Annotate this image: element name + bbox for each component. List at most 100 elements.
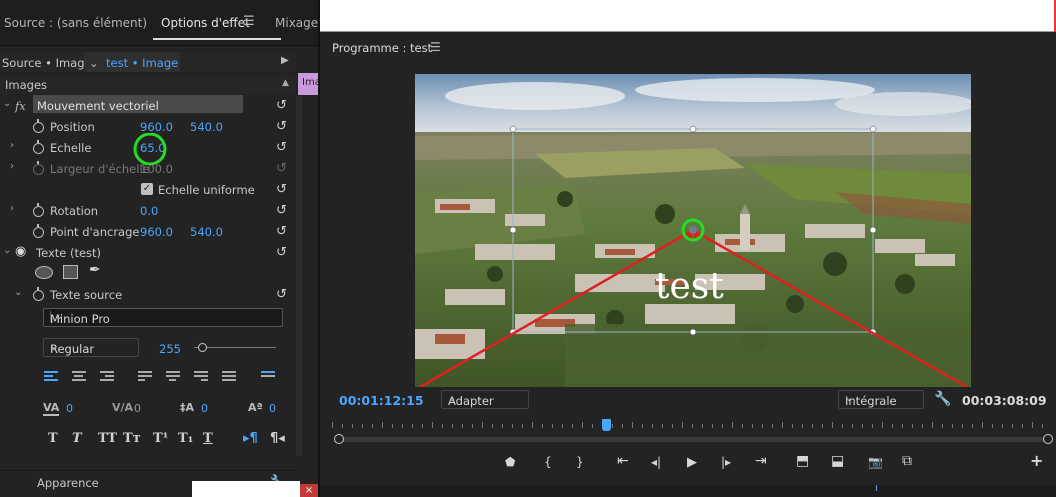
chevron-right-icon[interactable]: › (10, 161, 14, 172)
uniform-scale-checkbox[interactable]: ✓ (141, 183, 153, 195)
font-size-value[interactable]: 255 (159, 342, 181, 356)
tab-mix[interactable]: Mixage (275, 16, 318, 30)
baseline-value[interactable]: 0 (269, 402, 276, 415)
video-preview[interactable]: test (415, 74, 971, 387)
align-center-icon[interactable] (72, 371, 86, 383)
justify-all-icon[interactable] (222, 371, 236, 383)
wrench-icon[interactable]: 🔧 (934, 391, 951, 407)
font-family-dropdown[interactable]: Minion Pro ⌄ (43, 308, 283, 327)
go-to-out-button[interactable]: ⇥ (755, 453, 767, 469)
ltr-direction-icon[interactable]: ▸¶ (243, 431, 258, 446)
step-forward-button[interactable]: |▸ (721, 455, 731, 469)
step-back-button[interactable]: ◂| (651, 455, 661, 469)
chevron-down-icon[interactable]: ⌄ (14, 287, 22, 298)
ruler-tick (392, 424, 393, 428)
reset-icon[interactable]: ↺ (276, 203, 287, 218)
position-x-value[interactable]: 960.0 (140, 120, 173, 134)
reset-icon[interactable]: ↺ (276, 224, 287, 239)
align-left-icon[interactable] (44, 371, 58, 383)
tab-source[interactable]: Source : (sans élément) (4, 16, 147, 30)
stopwatch-icon[interactable] (33, 203, 44, 217)
add-button[interactable]: + (1030, 451, 1043, 470)
anchor-x-value[interactable]: 960.0 (140, 225, 173, 239)
timeline-marker (876, 485, 877, 491)
stopwatch-icon[interactable] (33, 119, 44, 133)
superscript-button[interactable]: T¹ (153, 431, 168, 446)
justify-left-icon[interactable] (138, 371, 152, 383)
align-right-icon[interactable] (100, 371, 114, 383)
source-image-label[interactable]: Source • Image (2, 56, 92, 70)
add-marker-button[interactable]: ⬟ (505, 455, 515, 469)
current-timecode[interactable]: 00:01:12:15 (339, 393, 424, 408)
faux-italic-button[interactable]: T (72, 431, 82, 446)
clip-side-tab[interactable]: Ima (298, 73, 318, 95)
stopwatch-icon[interactable] (33, 224, 44, 238)
tracking-value[interactable]: 0 (66, 402, 73, 415)
reset-icon[interactable]: ↺ (276, 140, 287, 155)
rotation-value[interactable]: 0.0 (140, 204, 158, 218)
leading-control[interactable]: ‡A 0 (180, 401, 208, 415)
small-caps-button[interactable]: Tт (123, 431, 141, 446)
zoom-handle-right[interactable] (1043, 434, 1053, 444)
monitor-title[interactable]: Programme : test (332, 41, 432, 55)
comparison-view-button[interactable]: ⧉ (902, 453, 912, 469)
anchor-y-value[interactable]: 540.0 (190, 225, 223, 239)
mark-out-button[interactable]: } (576, 455, 584, 469)
export-frame-button[interactable]: 📷 (868, 455, 883, 469)
clip-image-label[interactable]: test • Image (106, 56, 178, 70)
stopwatch-icon[interactable] (33, 140, 44, 154)
reset-icon[interactable]: ↺ (276, 287, 287, 302)
panel-menu-icon[interactable]: ☰ (243, 14, 255, 29)
chevron-right-icon[interactable]: › (10, 140, 14, 151)
align-top-icon[interactable] (261, 371, 275, 383)
faux-bold-button[interactable]: T (48, 431, 58, 446)
subscript-button[interactable]: T₁ (178, 431, 193, 446)
tracking-control[interactable]: VA 0 (43, 401, 73, 416)
close-icon[interactable]: × (300, 484, 318, 497)
ellipse-mask-icon[interactable] (35, 266, 53, 279)
position-y-value[interactable]: 540.0 (190, 120, 223, 134)
pen-mask-icon[interactable]: ✒ (89, 262, 101, 278)
leading-icon: ‡A (180, 401, 195, 414)
fit-dropdown[interactable]: Adapter ⌄ (441, 390, 529, 409)
chevron-down-icon[interactable]: ⌄ (89, 56, 99, 70)
reset-icon[interactable]: ↺ (276, 182, 287, 197)
eye-icon[interactable]: ◉ (15, 244, 26, 259)
chevron-right-icon[interactable]: › (10, 203, 14, 214)
baseline-control[interactable]: Aª 0 (248, 401, 276, 415)
leading-value[interactable]: 0 (201, 402, 208, 415)
go-to-in-button[interactable]: ⇤ (617, 453, 629, 469)
play-button[interactable]: ▶ (687, 455, 697, 470)
zoom-handle-left[interactable] (334, 434, 344, 444)
title-text-overlay[interactable]: test (655, 266, 724, 307)
reset-icon[interactable]: ↺ (276, 119, 287, 134)
all-caps-button[interactable]: TT (98, 431, 117, 446)
rectangle-mask-icon[interactable] (63, 265, 78, 279)
kerning-control[interactable]: V/A 0 (112, 401, 141, 415)
mark-in-button[interactable]: { (544, 455, 552, 469)
playhead[interactable] (601, 419, 611, 431)
justify-right-icon[interactable] (194, 371, 208, 383)
playback-quality-dropdown[interactable]: Intégrale ⌄ (838, 390, 924, 409)
collapse-up-icon[interactable]: ▲ (282, 78, 289, 88)
rtl-direction-icon[interactable]: ¶◂ (270, 431, 285, 446)
reset-icon[interactable]: ↺ (276, 98, 287, 113)
play-triangle-icon[interactable]: ▶ (281, 55, 289, 66)
panel-menu-icon[interactable]: ☰ (430, 40, 441, 54)
justify-center-icon[interactable] (166, 371, 180, 383)
stopwatch-icon (33, 161, 44, 175)
font-style-dropdown[interactable]: Regular ⌄ (43, 338, 139, 357)
panel-scrollbar[interactable] (296, 96, 302, 456)
stopwatch-icon[interactable] (33, 287, 44, 301)
extract-button[interactable]: ⬓ (831, 453, 844, 469)
zoom-scrollbar[interactable] (340, 437, 1048, 442)
tab-effect-options[interactable]: Options d'effet (161, 16, 250, 30)
time-ruler[interactable] (332, 420, 1052, 428)
chevron-down-icon[interactable]: ⌄ (3, 245, 11, 256)
underline-button[interactable]: T (203, 431, 213, 446)
font-size-slider-knob[interactable] (198, 343, 207, 352)
lift-button[interactable]: ⬒ (796, 453, 809, 469)
ruler-tick (542, 424, 543, 428)
reset-icon[interactable]: ↺ (276, 245, 287, 260)
ruler-tick (952, 424, 953, 428)
